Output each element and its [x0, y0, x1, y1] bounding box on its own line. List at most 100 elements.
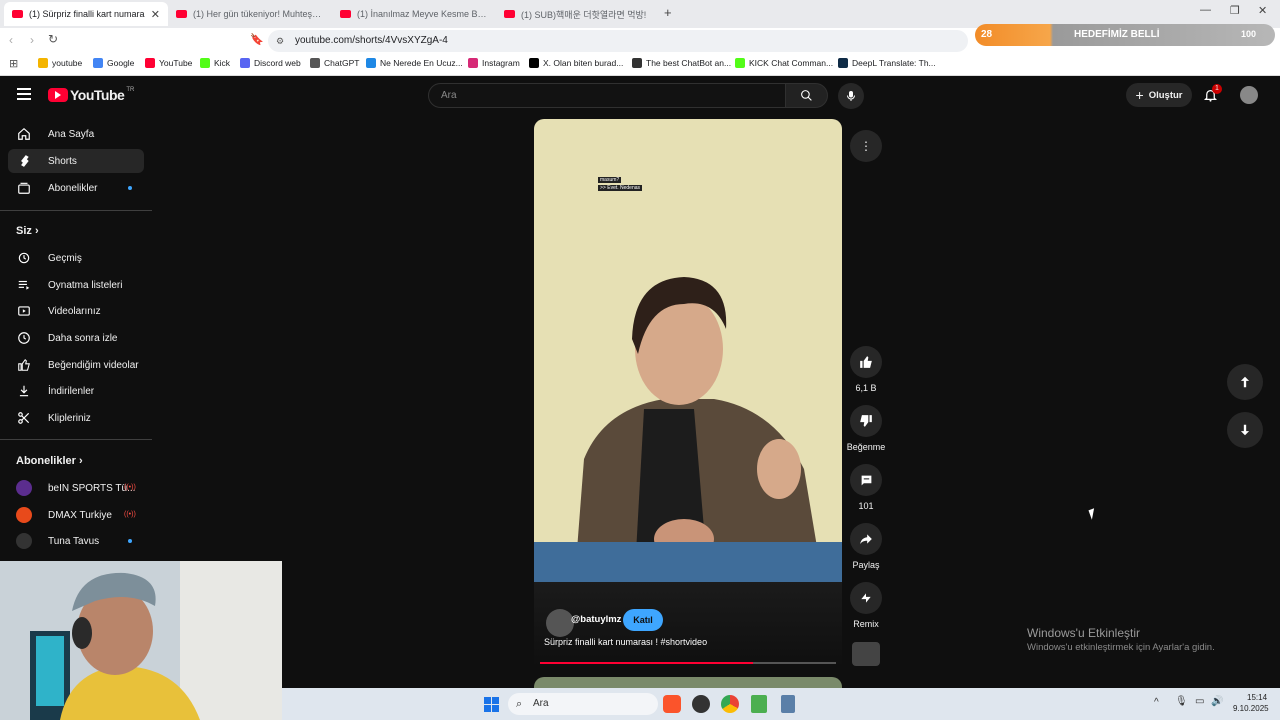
bookmark-favicon-icon [468, 58, 478, 68]
taskbar-search[interactable]: ⌕ Ara [508, 693, 658, 715]
tab[interactable]: (1) İnanılmaz Meyve Kesme Becerileri [332, 2, 496, 26]
apps-grid-icon[interactable]: ⊞ [9, 57, 18, 70]
back-icon[interactable]: ‹ [9, 33, 13, 47]
sidebar-item[interactable]: İndirilenler [8, 379, 144, 403]
notifications-button[interactable]: 1 [1203, 84, 1222, 108]
brave-app-icon[interactable] [663, 695, 681, 713]
sidebar-item[interactable]: Daha sonra izle [8, 326, 144, 350]
chrome-app-icon[interactable] [721, 695, 739, 713]
reload-icon[interactable]: ↻ [48, 32, 58, 46]
chevron-right-icon: › [78, 455, 83, 467]
menu-icon[interactable] [17, 88, 31, 100]
bookmark-item[interactable]: Discord web [240, 58, 301, 68]
bookmark-label: Google [107, 58, 135, 68]
share-button[interactable]: Paylaş [850, 523, 882, 570]
avatar[interactable] [1240, 86, 1258, 104]
sidebar-item[interactable]: Oynatma listeleri [8, 273, 144, 297]
search-input[interactable]: Ara [428, 83, 786, 108]
bookmark-item[interactable]: X. Olan biten burad... [529, 58, 623, 68]
short-title[interactable]: Sürpriz finalli kart numarası ! #shortvi… [544, 637, 707, 647]
site-info-icon[interactable]: ⚙ [276, 30, 284, 52]
youtube-favicon-icon [340, 10, 351, 18]
more-options-button[interactable]: ⋮ [850, 130, 882, 162]
bookmark-item[interactable]: DeepL Translate: Th... [838, 58, 936, 68]
bookmark-favicon-icon [310, 58, 320, 68]
minimize-button[interactable]: — [1200, 4, 1211, 16]
plus-icon: + [1135, 87, 1144, 103]
notification-badge: 1 [1212, 84, 1222, 94]
like-button[interactable]: 6,1 B [850, 346, 882, 393]
tab[interactable]: (1) Her gün tükeniyor! Muhteşem de [168, 2, 332, 26]
create-button[interactable]: + Oluştur [1126, 83, 1192, 107]
close-window-button[interactable]: ✕ [1258, 4, 1267, 17]
channel-avatar[interactable] [546, 609, 574, 637]
voice-search-button[interactable] [838, 83, 864, 109]
clock-time[interactable]: 15:14 [1247, 693, 1267, 702]
bookmark-icon[interactable]: 🔖 [250, 33, 264, 46]
sidebar-item[interactable]: Klipleriniz [8, 406, 144, 430]
sidebar-item[interactable]: Beğendiğim videolar [8, 353, 144, 377]
previous-short-button[interactable] [1227, 364, 1263, 400]
bookmark-item[interactable]: The best ChatBot an... [632, 58, 731, 68]
youtube-logo[interactable]: YouTube TR [48, 87, 134, 103]
bookmark-label: KICK Chat Comman... [749, 58, 834, 68]
mic-tray-icon[interactable]: 🎙 [1175, 696, 1188, 707]
downloads-icon [16, 383, 32, 399]
url-text: youtube.com/shorts/4VvsXYZgA-4 [295, 35, 448, 46]
your-videos-icon [16, 303, 32, 319]
calculator-app-icon[interactable] [781, 695, 795, 713]
bookmark-item[interactable]: Ne Nerede En Ucuz... [366, 58, 463, 68]
bookmark-item[interactable]: KICK Chat Comman... [735, 58, 833, 68]
bookmark-favicon-icon [93, 58, 103, 68]
windows-activation-subtitle: Windows'u etkinleştirmek için Ayarlar'a … [1027, 642, 1215, 653]
address-bar[interactable]: ⚙ youtube.com/shorts/4VvsXYZgA-4 [268, 30, 968, 52]
sidebar-item[interactable]: Videolarınız [8, 299, 144, 323]
bookmark-label: ChatGPT [324, 58, 360, 68]
you-title: Siz [16, 225, 32, 237]
sound-thumbnail[interactable] [852, 642, 880, 666]
restore-button[interactable]: ❐ [1230, 4, 1240, 17]
close-tab-icon[interactable]: ✕ [151, 8, 160, 21]
windows-start-icon[interactable] [484, 697, 499, 712]
tab-active[interactable]: (1) Sürpriz finalli kart numara ✕ [4, 2, 168, 26]
bookmark-item[interactable]: Instagram [468, 58, 520, 68]
bookmark-favicon-icon [632, 58, 642, 68]
channel-handle[interactable]: @batuylmz [571, 614, 621, 625]
next-short-button[interactable] [1227, 412, 1263, 448]
join-button[interactable]: Katıl [623, 609, 663, 631]
volume-icon[interactable]: 🔊 [1211, 696, 1223, 707]
stream-goal-overlay: 28 HEDEFİMİZ BELLİ 100 [975, 24, 1275, 46]
bookmark-item[interactable]: Google [93, 58, 134, 68]
remix-button[interactable]: Remix [850, 582, 882, 629]
share-label: Paylaş [852, 560, 880, 570]
short-video-player[interactable]: masum? >> Evet. Nedenas @batuylmz Katıl … [534, 119, 842, 667]
new-content-dot [128, 539, 132, 543]
bookmark-item[interactable]: youtube [38, 58, 82, 68]
sidebar-item[interactable]: Ana Sayfa [8, 122, 144, 146]
notepad-app-icon[interactable] [751, 695, 767, 713]
forward-icon[interactable]: › [30, 33, 34, 47]
progress-track[interactable] [540, 662, 836, 664]
sidebar-item[interactable]: Geçmiş [8, 246, 144, 270]
tab[interactable]: (1) SUB)핵매운 더핫열라면 먹방! [496, 2, 660, 26]
bookmark-label: Discord web [254, 58, 301, 68]
dislike-button[interactable]: Beğenme [847, 405, 885, 452]
sidebar-item[interactable]: Shorts [8, 149, 144, 173]
clock-date[interactable]: 9.10.2025 [1233, 704, 1269, 713]
sidebar-item[interactable]: Abonelikler [8, 176, 144, 200]
subscription-channel[interactable]: Tuna Tavus [8, 529, 144, 553]
bookmark-label: Instagram [482, 58, 520, 68]
bookmark-item[interactable]: ChatGPT [310, 58, 359, 68]
search-button[interactable] [785, 83, 828, 108]
bookmark-item[interactable]: Kick [200, 58, 230, 68]
video-caption-line2: >> Evet. Nedenas [598, 185, 643, 191]
obs-app-icon[interactable] [692, 695, 710, 713]
new-tab-button[interactable]: + [664, 5, 672, 20]
thumbs-up-icon [860, 356, 872, 368]
network-icon[interactable]: ▭ [1195, 696, 1204, 707]
subscriptions-section-title[interactable]: Abonelikler › [16, 455, 83, 467]
bookmark-item[interactable]: YouTube [145, 58, 192, 68]
comments-button[interactable]: 101 [850, 464, 882, 511]
you-section-title[interactable]: Siz › [16, 225, 39, 237]
tray-chevron-icon[interactable]: ^ [1154, 697, 1159, 708]
